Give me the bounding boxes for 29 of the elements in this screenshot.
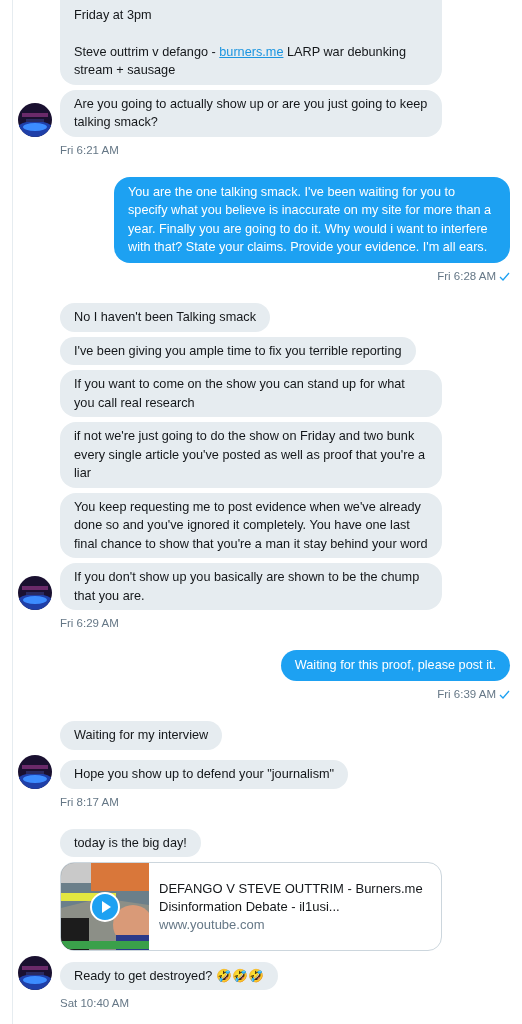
card-title: DEFANGO V STEVE OUTTRIM - Burners.me Disinformation Debate - il1usi... [159, 879, 424, 916]
message-bubble: Waiting for my interview [60, 721, 223, 750]
play-icon[interactable] [90, 892, 120, 923]
message-bubble: today is the big day! [60, 828, 201, 858]
timestamp: Sat 10:40 AM [60, 996, 130, 1012]
message-bubble: if not we're just going to do the show on Friday and two bunk every single article you've posted as well as proof that you're a liar [60, 422, 442, 488]
timestamp: Fri 6:29 AM [60, 616, 119, 631]
link-card[interactable]: DEFANGO V STEVE OUTTRIM - Burners.me Disinformation Debate - il1usi... www.youtube.com [60, 862, 442, 952]
message-bubble: If you want to come on the show you can stand up for what you call real research [60, 370, 442, 417]
avatar [18, 576, 52, 610]
timestamp: Fri 6:39 AM [437, 686, 496, 702]
message-bubble: If you don't show up you basically are shown to be the chump that you are. [60, 563, 442, 610]
timestamp: Fri 6:28 AM [437, 268, 496, 284]
avatar [18, 956, 52, 991]
message-bubble: I've been giving you ample time to fix you terrible reporting [60, 336, 416, 365]
message-bubble: Hope you show up to defend your "journalism" [60, 760, 349, 789]
message-bubble: You are the one talking smack. I've been waiting for you to specify what you believe is inaccurate on my site for more than a year. Finally you are going to do it. Why would i want to interfere with that? State your claims. Provide your evidence. I'm all ears. [114, 176, 510, 263]
avatar [18, 102, 52, 137]
message-bubble: Are you going to actually show up or are you just going to keep talking smack? [60, 89, 442, 137]
message-bubble: You keep requesting me to post evidence when we've already done so and you've ignored it completely. You have one last final chance to show that you're a man it stay behind your word [60, 492, 442, 558]
message-bubble: Ready to get destroyed? 🤣🤣🤣 [60, 961, 278, 991]
timestamp: Fri 8:17 AM [60, 794, 119, 810]
message-text: Friday at 3pm [74, 7, 153, 24]
card-domain: www.youtube.com [159, 915, 266, 934]
message-bubble: Waiting for this proof, please post it. [280, 650, 510, 681]
message-text: Steve outtrim v defango - burners.me LARP war debunking stream + sausage [74, 43, 407, 79]
timestamp: Fri 6:21 AM [60, 142, 119, 158]
avatar [18, 754, 52, 789]
message-bubble: No I haven't been Talking smack [60, 303, 271, 332]
